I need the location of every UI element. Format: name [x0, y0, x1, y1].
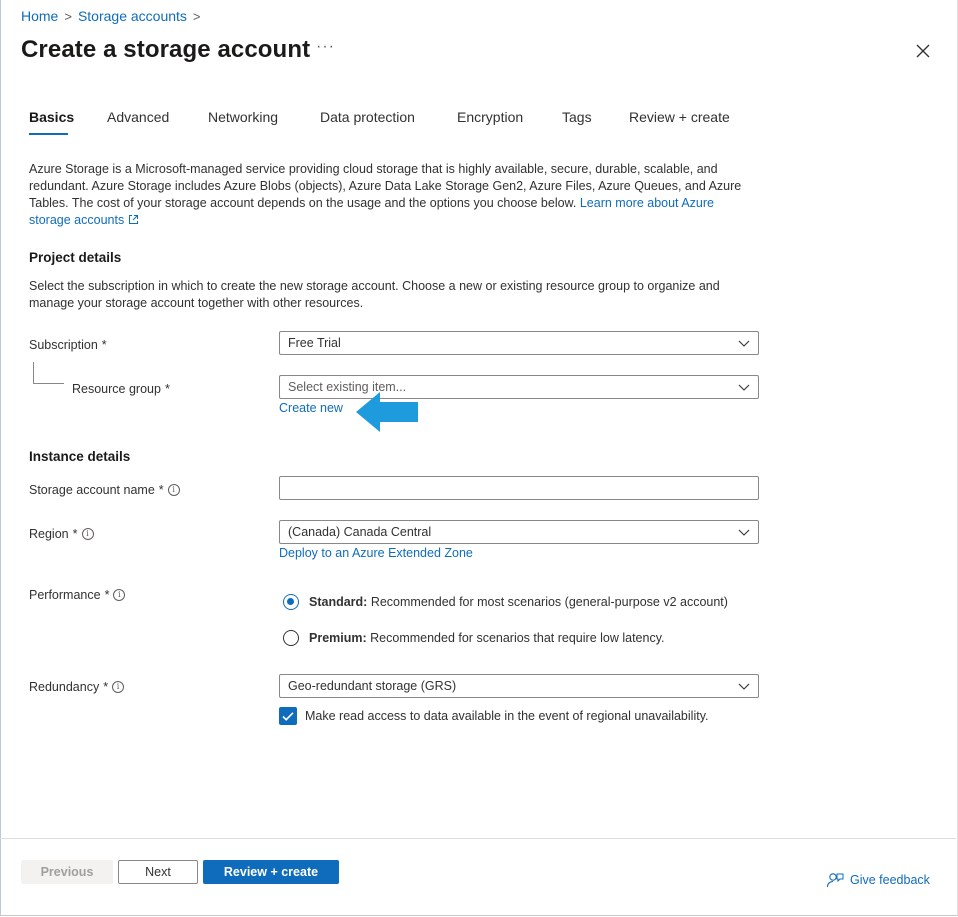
tree-connector — [33, 362, 64, 384]
tab-tags[interactable]: Tags — [562, 109, 592, 125]
project-details-text: Select the subscription in which to crea… — [29, 279, 720, 310]
review-create-button[interactable]: Review + create — [203, 860, 339, 884]
checkmark-icon — [282, 712, 294, 721]
active-tab-indicator — [29, 133, 68, 135]
breadcrumb-home-link[interactable]: Home — [21, 8, 58, 24]
performance-standard-label[interactable]: Standard: Recommended for most scenarios… — [309, 595, 728, 609]
tab-basics[interactable]: Basics — [29, 109, 74, 125]
region-label: Region * i — [29, 527, 94, 541]
performance-premium-label[interactable]: Premium: Recommended for scenarios that … — [309, 631, 665, 645]
required-marker: * — [104, 588, 110, 602]
project-details-heading: Project details — [29, 250, 122, 265]
storage-account-name-input[interactable] — [279, 476, 759, 500]
info-icon[interactable]: i — [113, 589, 126, 601]
create-new-link[interactable]: Create new — [279, 401, 343, 415]
performance-label: Performance * i — [29, 588, 126, 602]
region-dropdown[interactable]: (Canada) Canada Central — [279, 520, 759, 544]
info-icon[interactable]: i — [81, 528, 94, 540]
chevron-down-icon — [738, 529, 750, 536]
performance-premium-radio[interactable] — [283, 630, 299, 646]
storage-account-name-label: Storage account name * i — [29, 483, 180, 497]
previous-button[interactable]: Previous — [21, 860, 113, 884]
chevron-down-icon — [738, 683, 750, 690]
more-options-button[interactable]: ··· — [316, 38, 335, 56]
region-value: (Canada) Canada Central — [288, 525, 432, 539]
required-marker: * — [158, 483, 164, 497]
performance-standard-radio[interactable] — [283, 594, 299, 610]
resource-group-label: Resource group * — [72, 382, 170, 396]
tab-advanced[interactable]: Advanced — [107, 109, 169, 125]
next-button[interactable]: Next — [118, 860, 198, 884]
feedback-icon — [826, 873, 844, 888]
subscription-dropdown[interactable]: Free Trial — [279, 331, 759, 355]
required-marker: * — [72, 527, 78, 541]
redundancy-value: Geo-redundant storage (GRS) — [288, 679, 457, 693]
required-marker: * — [103, 680, 109, 694]
required-marker: * — [164, 382, 170, 396]
required-marker: * — [101, 338, 107, 352]
read-access-checkbox[interactable] — [279, 707, 297, 725]
info-icon[interactable]: i — [112, 681, 125, 693]
give-feedback-link[interactable]: Give feedback — [826, 871, 930, 889]
subscription-label: Subscription * — [29, 338, 107, 352]
redundancy-dropdown[interactable]: Geo-redundant storage (GRS) — [279, 674, 759, 698]
chevron-down-icon — [738, 384, 750, 391]
subscription-value: Free Trial — [288, 336, 341, 350]
tab-encryption[interactable]: Encryption — [457, 109, 523, 125]
blade-frame — [0, 0, 958, 916]
breadcrumb-separator: > — [192, 8, 201, 24]
external-link-icon — [128, 215, 138, 224]
read-access-label[interactable]: Make read access to data available in th… — [305, 709, 709, 723]
instance-details-heading: Instance details — [29, 449, 131, 464]
extended-zone-link[interactable]: Deploy to an Azure Extended Zone — [279, 546, 473, 560]
breadcrumb-storage-accounts-link[interactable]: Storage accounts — [78, 8, 187, 24]
redundancy-label: Redundancy * i — [29, 680, 125, 694]
blue-arrow-annotation — [356, 392, 418, 432]
tab-networking[interactable]: Networking — [208, 109, 278, 125]
chevron-down-icon — [738, 340, 750, 347]
info-icon[interactable]: i — [167, 484, 180, 496]
breadcrumb: Home > Storage accounts > — [21, 8, 201, 24]
intro-description: Azure Storage is a Microsoft-managed ser… — [29, 161, 759, 229]
footer-divider — [0, 838, 956, 839]
close-icon[interactable] — [912, 40, 934, 62]
resource-group-dropdown[interactable]: Select existing item... — [279, 375, 759, 399]
tab-review-create[interactable]: Review + create — [629, 109, 730, 125]
page-title: Create a storage account — [21, 36, 311, 63]
tab-data-protection[interactable]: Data protection — [320, 109, 415, 125]
breadcrumb-separator: > — [64, 8, 72, 24]
